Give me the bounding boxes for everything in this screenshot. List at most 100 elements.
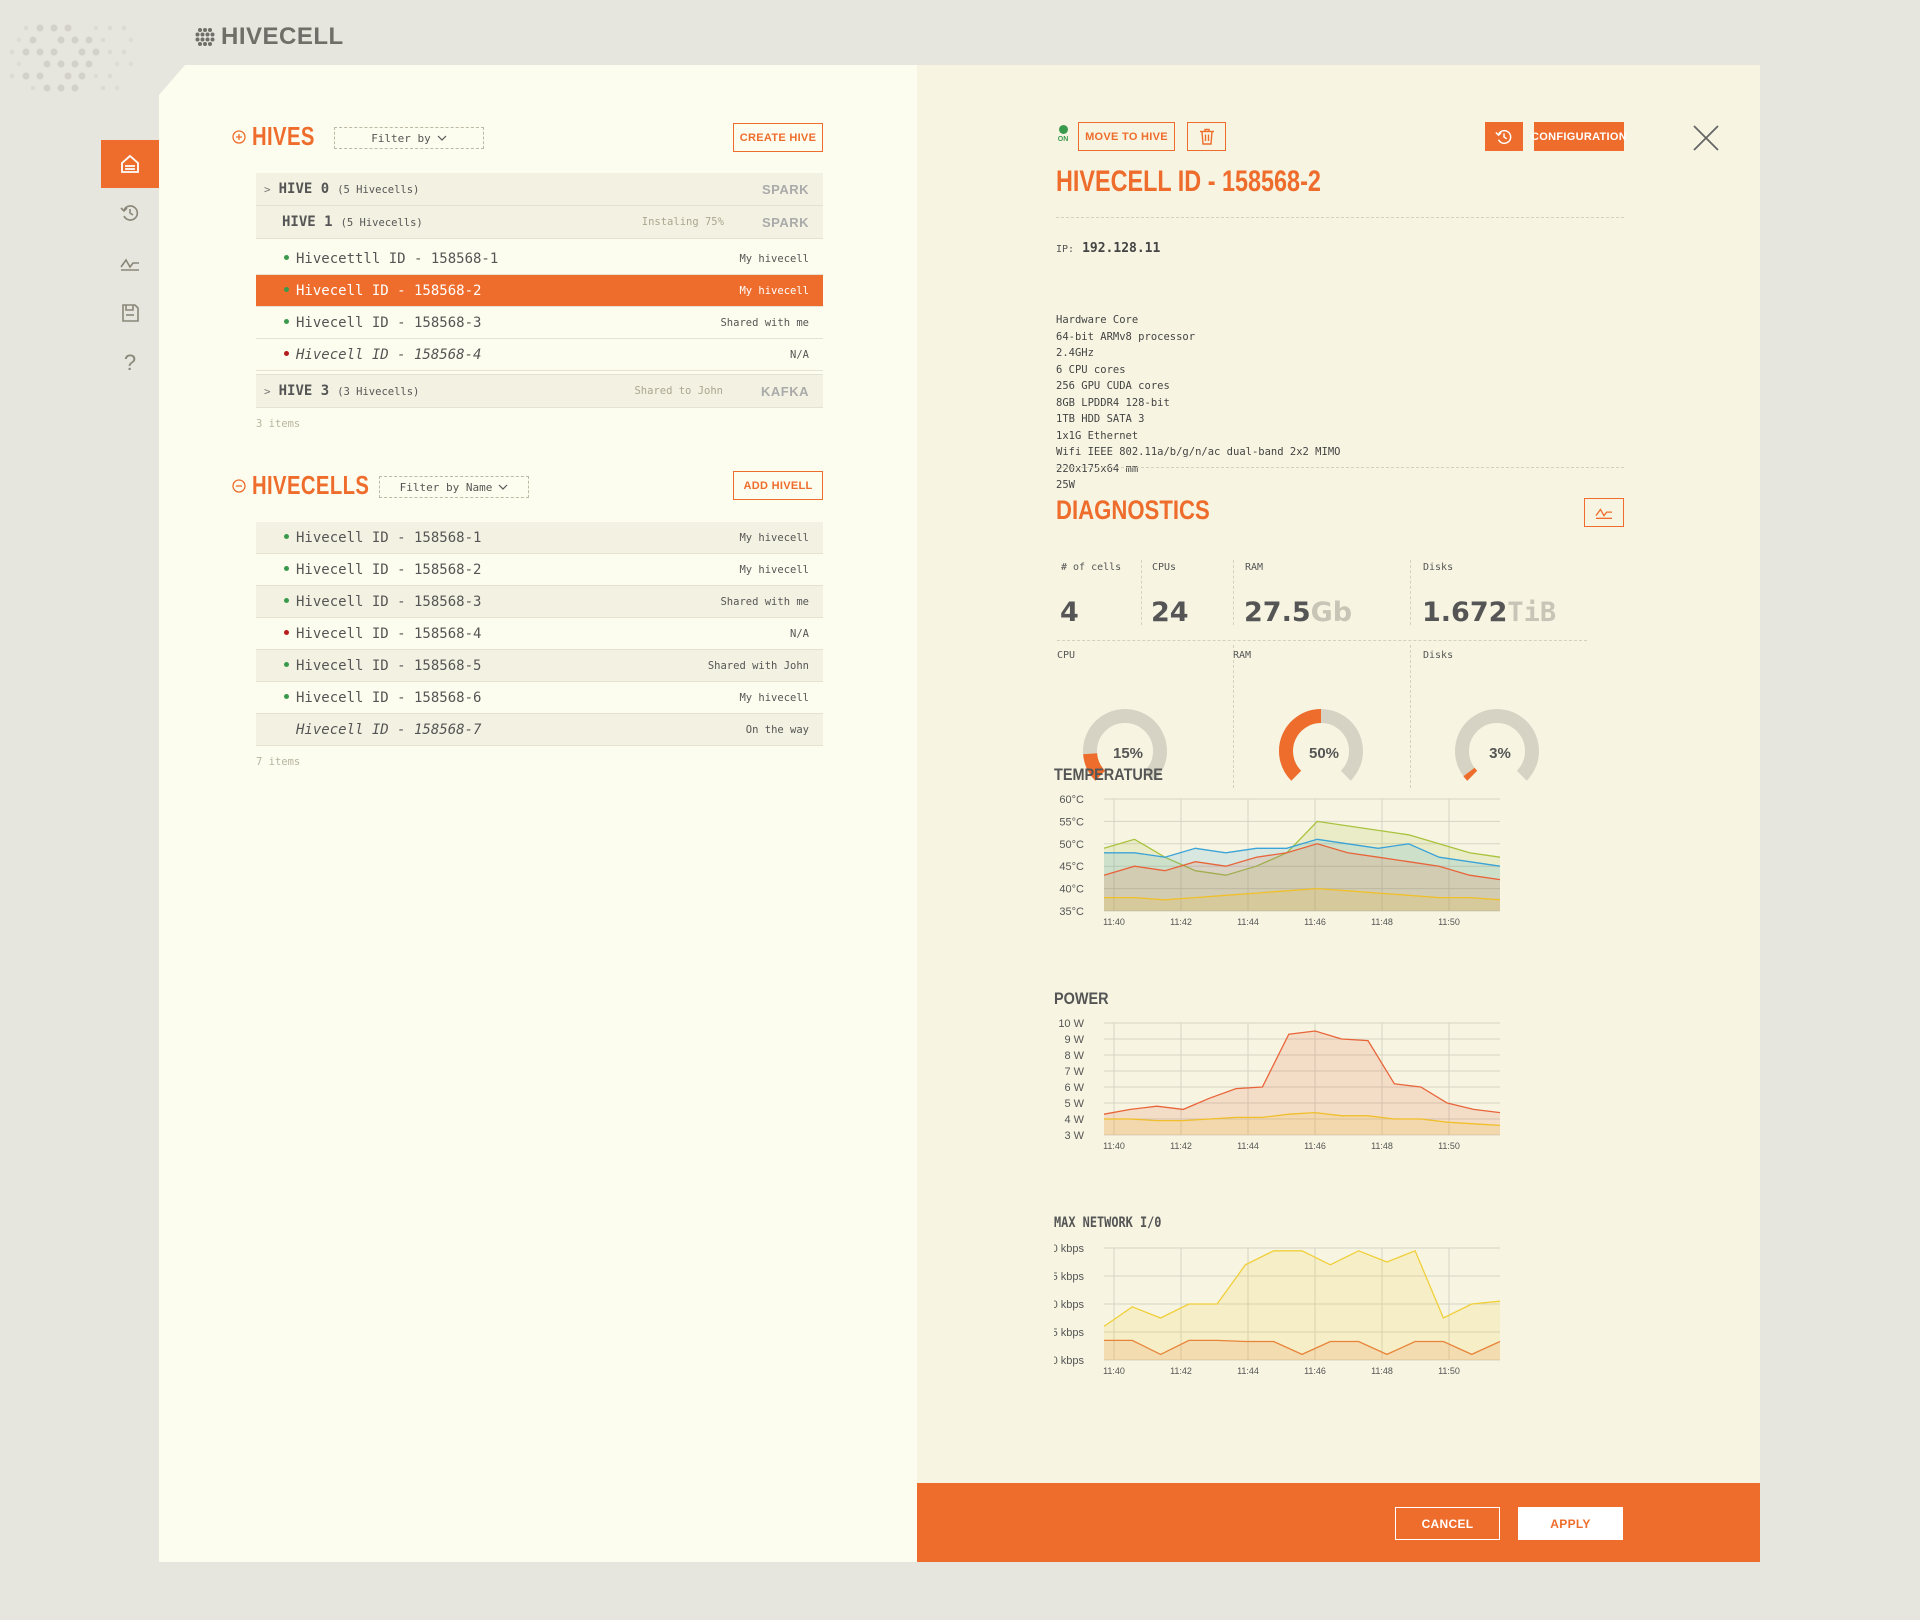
spec-line: Hardware Core — [1056, 314, 1139, 326]
spec-line: 64-bit ARMv8 processor — [1056, 330, 1196, 343]
x-tick-label: 11:46 — [1304, 917, 1326, 927]
hivecell-row[interactable]: Hivecell ID - 158568-6 My hivecell — [256, 682, 823, 714]
nav-save[interactable] — [101, 288, 159, 338]
hive-row-3[interactable]: > HIVE 3 (3 Hivecells) Shared to John KAFKA — [256, 375, 823, 408]
move-to-hive-button[interactable]: MOVE TO HIVE — [1078, 122, 1175, 151]
x-tick-label: 11:48 — [1371, 917, 1393, 927]
dot — [85, 60, 93, 68]
x-tick-label: 11:42 — [1170, 1141, 1192, 1151]
status-dot-ok — [284, 287, 289, 292]
dot — [85, 36, 93, 44]
hive1-cell-row-3[interactable]: Hivecell ID - 158568-4 N/A — [256, 339, 823, 371]
status-dot-ok — [284, 534, 289, 539]
hive-status: Instaling 75% — [641, 216, 724, 228]
status-dot-ok — [284, 598, 289, 603]
hive-kind: SPARK — [761, 214, 809, 230]
collapse-minus-icon[interactable] — [232, 478, 246, 493]
stat-label-ram: RAM — [1245, 562, 1264, 573]
collapse-plus-icon[interactable] — [232, 129, 246, 144]
power-chart: 10 W 9 W 8 W 7 W 6 W 5 W 4 W 3 W 11:40 11:42 11:44… — [1058, 1018, 1501, 1151]
hivecell-row[interactable]: Hivecell ID - 158568-2 My hivecell — [256, 554, 823, 586]
y-tick-label: 7 W — [1064, 1066, 1084, 1078]
dot — [22, 72, 30, 80]
hivecell-row[interactable]: Hivecell ID - 158568-5 Shared with John — [256, 650, 823, 682]
hivecell-owner: N/A — [790, 627, 809, 640]
dot — [107, 73, 113, 79]
x-tick-label: 11:42 — [1170, 917, 1192, 927]
hive-row-1[interactable]: HIVE 1 (5 Hivecells) Instaling 75% SPARK — [256, 206, 823, 239]
expand-chevron-icon[interactable]: > — [264, 183, 271, 196]
y-tick-label: 0 kbps — [1054, 1355, 1084, 1367]
dot — [57, 84, 65, 92]
ip-value: 192.128.11 — [1082, 241, 1161, 256]
y-tick-label: 35°C — [1059, 906, 1084, 918]
dot — [29, 36, 37, 44]
network-title: MAX NETWORK I/0 — [1054, 1215, 1162, 1231]
hive1-cell-row-0[interactable]: Hivecettll ID - 158568-1 My hivecell — [256, 243, 823, 275]
temperature-chart: 60°C 55°C 50°C 45°C 40°C 35°C 11:40 11:42 11:44 1… — [1059, 794, 1501, 927]
help-icon: ? — [123, 350, 137, 375]
diagnostics-toggle-button[interactable] — [1584, 498, 1624, 527]
x-tick-label: 11:44 — [1237, 917, 1259, 927]
add-hivell-button[interactable]: ADD HIVELL — [733, 471, 823, 500]
dot — [71, 36, 79, 44]
hive1-cell-row-2[interactable]: Hivecell ID - 158568-3 Shared with me — [256, 307, 823, 339]
nav-history[interactable] — [101, 188, 159, 238]
hives-filter-dropdown[interactable]: Filter by — [334, 127, 484, 149]
create-hive-button[interactable]: CREATE HIVE — [733, 123, 823, 152]
app-name: HIVECELL — [221, 23, 344, 50]
hive1-cell-row-1-selected[interactable]: Hivecell ID - 158568-2 My hivecell — [256, 275, 823, 307]
y-tick-label: 20 kbps — [1054, 1243, 1084, 1255]
nav-help[interactable]: ? — [101, 338, 159, 388]
x-tick-label: 11:40 — [1103, 1366, 1125, 1376]
spec-line: 6 CPU cores — [1056, 363, 1126, 376]
expand-chevron-icon[interactable]: > — [264, 385, 271, 398]
hivecells-filter-dropdown[interactable]: Filter by Name — [379, 476, 529, 498]
decorative-dot-pattern — [9, 24, 134, 92]
app-logo: HIVECELL — [193, 23, 344, 51]
status-dot-ok — [284, 319, 289, 324]
dot — [100, 37, 106, 43]
hivecell-name: Hivecell ID - 158568-2 — [296, 561, 482, 578]
y-tick-label: 40°C — [1059, 884, 1084, 896]
network-chart: 20 kbps 15 kbps 10 kbps 5 kbps 0 kbps 11:40 11… — [1054, 1243, 1501, 1376]
spec-line: 1TB HDD SATA 3 — [1056, 413, 1145, 425]
hivecell-owner: Shared with John — [707, 659, 809, 672]
history-button[interactable] — [1485, 122, 1523, 151]
dot — [78, 48, 86, 56]
x-tick-label: 11:50 — [1438, 1366, 1460, 1376]
x-tick-label: 11:40 — [1103, 917, 1125, 927]
hive-row-0[interactable]: > HIVE 0 (5 Hivecells) SPARK — [256, 173, 823, 206]
dot — [92, 48, 100, 56]
cancel-button[interactable]: CANCEL — [1395, 1507, 1500, 1540]
power-status[interactable]: ON — [1056, 125, 1070, 143]
x-tick-label: 11:42 — [1170, 1366, 1192, 1376]
hivecell-row[interactable]: Hivecell ID - 158568-4 N/A — [256, 618, 823, 650]
history-icon — [1495, 129, 1512, 144]
x-tick-label: 11:50 — [1438, 917, 1460, 927]
x-tick-label: 11:48 — [1371, 1141, 1393, 1151]
apply-button[interactable]: APPLY — [1518, 1507, 1623, 1540]
close-icon[interactable] — [1692, 124, 1720, 152]
home-icon — [121, 154, 139, 173]
dot — [71, 84, 79, 92]
nav-diagnostics[interactable] — [101, 238, 159, 288]
hivecell-owner: My hivecell — [739, 691, 809, 704]
hivecell-row[interactable]: Hivecell ID - 158568-3 Shared with me — [256, 586, 823, 618]
dot — [36, 24, 44, 32]
gauge-ram: 50% — [1279, 709, 1363, 781]
delete-button[interactable] — [1187, 122, 1226, 151]
diagnostics-title: DIAGNOSTICS — [1056, 495, 1210, 525]
hivecell-name: Hivecell ID - 158568-3 — [296, 314, 482, 331]
dot — [64, 24, 72, 32]
dot — [9, 49, 15, 55]
hive-name: HIVE 0 — [278, 181, 330, 197]
gauge-label-ram: RAM — [1233, 650, 1252, 661]
spec-line: 1x1G Ethernet — [1056, 429, 1139, 442]
sidebar-nav: ? — [101, 140, 159, 388]
hivecell-row[interactable]: Hivecell ID - 158568-7 On the way — [256, 714, 823, 746]
status-dot-ok — [284, 255, 289, 260]
configuration-button[interactable]: CONFIGURATION — [1531, 122, 1627, 151]
nav-home[interactable] — [101, 140, 159, 188]
hivecell-row[interactable]: Hivecell ID - 158568-1 My hivecell — [256, 522, 823, 554]
